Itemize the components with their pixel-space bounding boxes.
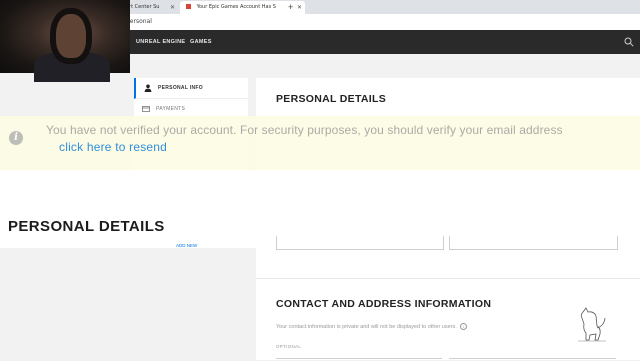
section-title-contact: CONTACT AND ADDRESS INFORMATION: [276, 298, 492, 310]
info-icon[interactable]: i: [459, 323, 467, 330]
optional-label: OPTIONAL: [276, 344, 302, 349]
personal-details-overlay-title: PERSONAL DETAILS: [8, 218, 165, 235]
resend-verification-link[interactable]: click here to resend: [59, 140, 167, 154]
contact-description-text: Your contact information is private and …: [276, 323, 457, 330]
section-divider: [256, 278, 640, 279]
new-tab-button[interactable]: +: [288, 1, 293, 14]
credit-card-icon: [142, 106, 150, 112]
gmail-icon: [186, 4, 191, 9]
dog-illustration-icon: [578, 307, 606, 342]
sidebar-item-personal-info[interactable]: PERSONAL INFO: [134, 78, 250, 99]
browser-tab-active[interactable]: Your Epic Games Account Has S ✕: [180, 1, 305, 14]
close-tab-icon[interactable]: ✕: [297, 1, 302, 14]
person-icon: [144, 84, 152, 92]
sidebar-lower-area: [0, 170, 256, 248]
panel-content-area: [256, 170, 640, 236]
last-name-field[interactable]: [449, 236, 618, 250]
close-tab-icon[interactable]: ✕: [170, 1, 175, 14]
nav-unreal-engine[interactable]: UNREAL ENGINE: [136, 30, 185, 54]
info-icon: i: [9, 131, 23, 145]
tab-label: ort Center Su: [126, 4, 160, 10]
nav-games[interactable]: GAMES: [190, 30, 212, 54]
verify-message: You have not verified your account. For …: [46, 123, 563, 137]
add-new-link[interactable]: ADD NEW: [176, 243, 197, 248]
webcam-person-face: [56, 14, 86, 58]
first-name-field[interactable]: [276, 236, 444, 250]
search-icon[interactable]: [624, 37, 634, 47]
webcam-overlay: [0, 0, 130, 82]
sidebar-item-label: PERSONAL INFO: [158, 85, 203, 91]
contact-description: Your contact information is private and …: [276, 323, 467, 330]
section-title-personal-details: PERSONAL DETAILS: [276, 93, 387, 105]
tab-label: Your Epic Games Account Has S: [196, 4, 276, 10]
browser-tab[interactable]: ort Center Su ✕: [126, 1, 178, 14]
